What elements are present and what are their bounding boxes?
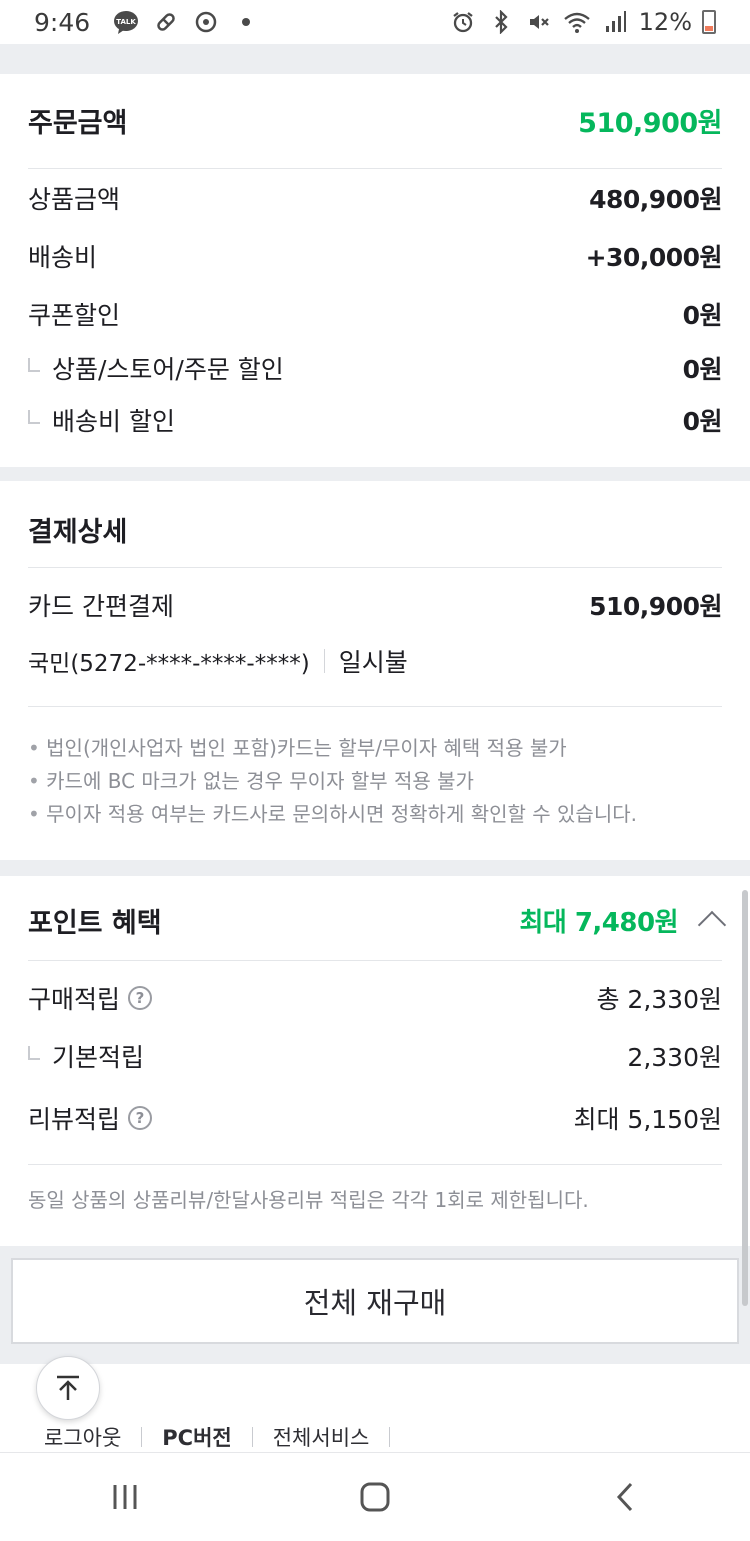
separator (141, 1427, 143, 1447)
sync-icon (192, 8, 220, 36)
signal-icon (601, 8, 629, 36)
shipping-fee-label: 배송비 (28, 243, 98, 272)
purchase-reward-value: 총 2,330원 (596, 985, 722, 1014)
all-services-link[interactable]: 전체서비스 (273, 1422, 370, 1452)
section-gap (0, 44, 750, 74)
store-order-discount-label: 상품/스토어/주문 할인 (52, 355, 284, 384)
store-order-discount-value: 0원 (682, 355, 723, 384)
review-reward-label: 리뷰적립 (28, 1105, 121, 1134)
order-amount-title: 주문금액 (28, 107, 128, 139)
bluetooth-icon (487, 8, 515, 36)
logout-link[interactable]: 로그아웃 (44, 1422, 121, 1452)
payment-notes: 법인(개인사업자 법인 포함)카드는 할부/무이자 혜택 적용 불가 카드에 B… (28, 732, 730, 831)
payment-note: 무이자 적용 여부는 카드사로 문의하시면 정확하게 확인할 수 있습니다. (28, 798, 730, 831)
point-benefit-max: 최대 7,480원 (519, 907, 678, 938)
card-info: 국민(5272-****-****-****) (28, 651, 310, 677)
back-button[interactable] (595, 1467, 655, 1527)
divider (28, 1164, 722, 1165)
alarm-icon (449, 8, 477, 36)
dot-icon (232, 8, 260, 36)
battery-percent: 12% (638, 8, 692, 36)
status-bar: 9:46 TALK 12% (0, 0, 750, 44)
help-icon[interactable]: ? (128, 986, 153, 1010)
back-icon (616, 1482, 633, 1512)
pill-icon (152, 8, 180, 36)
footer: 로그아웃 PC버전 전체서비스 (0, 1364, 750, 1452)
android-nav-bar (0, 1452, 750, 1541)
payment-note: 카드에 BC 마크가 없는 경우 무이자 할부 적용 불가 (28, 765, 730, 798)
divider (28, 168, 722, 169)
recent-apps-button[interactable] (95, 1467, 155, 1527)
point-benefit-section: 포인트 혜택 최대 7,480원 구매적립? 총 2,330원 기본적립 2,3… (0, 876, 750, 1246)
separator (389, 1427, 391, 1447)
home-button[interactable] (345, 1467, 405, 1527)
shipping-discount-label: 배송비 할인 (52, 407, 175, 436)
recent-apps-icon (113, 1485, 137, 1509)
kakaotalk-icon: TALK (112, 8, 140, 36)
payment-detail-section: 결제상세 카드 간편결제 510,900원 국민(5272-****-****-… (0, 481, 750, 860)
section-gap (0, 467, 750, 481)
rebuy-all-button[interactable]: 전체 재구매 (11, 1258, 739, 1344)
divider (28, 567, 722, 568)
svg-text:TALK: TALK (116, 18, 136, 26)
sub-item-icon (28, 410, 40, 424)
scrollbar[interactable] (742, 890, 748, 1306)
shipping-fee-value: +30,000원 (585, 243, 723, 272)
coupon-discount-value: 0원 (682, 301, 723, 330)
review-reward-value: 최대 5,150원 (573, 1105, 722, 1134)
payment-note: 법인(개인사업자 법인 포함)카드는 할부/무이자 혜택 적용 불가 (28, 732, 730, 765)
status-time: 9:46 (34, 7, 91, 37)
payment-method-label: 카드 간편결제 (28, 592, 174, 621)
point-benefit-header[interactable]: 포인트 혜택 최대 7,480원 (28, 898, 727, 942)
payment-method-value: 510,900원 (589, 592, 722, 621)
coupon-discount-label: 쿠폰할인 (28, 301, 121, 330)
arrow-up-icon (57, 1375, 79, 1400)
mute-icon (525, 8, 553, 36)
pc-version-link[interactable]: PC버전 (162, 1422, 231, 1452)
separator (251, 1427, 253, 1447)
help-icon[interactable]: ? (128, 1106, 153, 1130)
divider (28, 960, 722, 961)
sub-item-icon (28, 1046, 40, 1060)
basic-reward-label: 기본적립 (52, 1043, 145, 1072)
product-amount-label: 상품금액 (28, 185, 121, 214)
battery-icon (702, 10, 716, 34)
basic-reward-value: 2,330원 (627, 1043, 722, 1072)
payment-detail-title: 결제상세 (28, 516, 128, 548)
installment-info: 일시불 (338, 648, 408, 677)
review-note: 동일 상품의 상품리뷰/한달사용리뷰 적립은 각각 1회로 제한됩니다. (28, 1188, 589, 1212)
separator (323, 649, 325, 673)
order-amount-section: 주문금액 510,900원 상품금액 480,900원 배송비 +30,000원… (0, 74, 750, 467)
purchase-reward-label: 구매적립 (28, 985, 121, 1014)
chevron-up-icon[interactable] (697, 910, 727, 940)
scroll-to-top-button[interactable] (36, 1356, 100, 1420)
product-amount-value: 480,900원 (589, 185, 722, 214)
point-benefit-title: 포인트 혜택 (28, 907, 162, 939)
divider (28, 706, 722, 707)
wifi-icon (563, 8, 591, 36)
order-amount-total: 510,900원 (578, 107, 722, 139)
section-gap (0, 860, 750, 876)
shipping-discount-value: 0원 (682, 407, 723, 436)
home-icon (360, 1482, 390, 1512)
sub-item-icon (28, 358, 40, 372)
